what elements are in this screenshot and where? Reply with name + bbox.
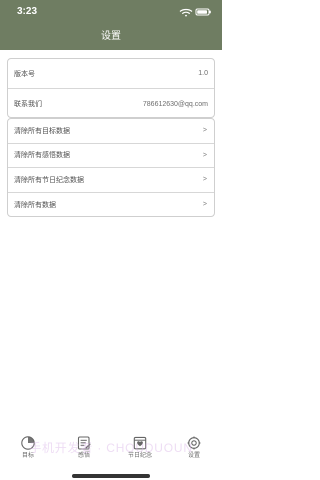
tab-insights-label: 感悟 [77, 453, 90, 459]
contact-value: 786612630@qq.com [142, 100, 208, 108]
tab-insights[interactable]: 感悟 [56, 435, 112, 467]
status-time: 3:23 [17, 6, 38, 17]
chevron-right-icon: > [202, 176, 207, 184]
clear-actions-group: 清除所有目标数据 > 清除所有感悟数据 > 清除所有节日纪念数据 > 清除所有数… [7, 118, 215, 217]
info-row-version: 版本号 1.0 [8, 59, 214, 89]
info-row-contact[interactable]: 联系我们 786612630@qq.com [8, 89, 214, 117]
tab-settings[interactable]: 设置 [166, 435, 222, 467]
info-group: 版本号 1.0 联系我们 786612630@qq.com [7, 58, 215, 118]
clear-targets-row[interactable]: 清除所有目标数据 > [8, 119, 214, 144]
version-label: 版本号 [14, 70, 35, 78]
wifi-battery-icons [179, 8, 211, 17]
chevron-right-icon: > [202, 201, 207, 209]
chevron-right-icon: > [202, 127, 207, 135]
home-indicator [72, 474, 150, 478]
note-icon [76, 435, 92, 451]
clear-all-row[interactable]: 清除所有数据 > [8, 193, 214, 217]
page-title: 设置 [101, 31, 121, 42]
clear-insights-label: 清除所有感悟数据 [14, 152, 70, 160]
tab-target-label: 目标 [21, 453, 34, 459]
tab-holidays[interactable]: 节日纪念 [112, 435, 168, 467]
clear-insights-row[interactable]: 清除所有感悟数据 > [8, 144, 214, 168]
chevron-right-icon: > [202, 151, 207, 159]
tab-bar: 目标 感悟 节日纪念 设置 [0, 425, 222, 480]
status-icons [178, 7, 212, 17]
header-bar: 3:23 设置 [0, 0, 222, 50]
settings-icon [186, 435, 202, 451]
battery-icon [195, 8, 211, 16]
tab-target[interactable]: 目标 [0, 435, 56, 467]
tab-holidays-label: 节日纪念 [127, 453, 152, 459]
status-bar: 3:23 [0, 0, 222, 22]
tab-settings-label: 设置 [187, 453, 200, 459]
wifi-icon [179, 8, 193, 17]
target-icon [20, 435, 36, 451]
settings-content: 版本号 1.0 联系我们 786612630@qq.com 清除所有目标数据 >… [0, 50, 222, 470]
calendar-icon [132, 435, 148, 451]
clear-holidays-row[interactable]: 清除所有节日纪念数据 > [8, 168, 214, 193]
version-value: 1.0 [198, 70, 208, 77]
clear-all-label: 清除所有数据 [14, 201, 56, 209]
clear-holidays-label: 清除所有节日纪念数据 [14, 176, 84, 184]
clear-targets-label: 清除所有目标数据 [14, 127, 70, 135]
contact-label: 联系我们 [14, 101, 42, 108]
